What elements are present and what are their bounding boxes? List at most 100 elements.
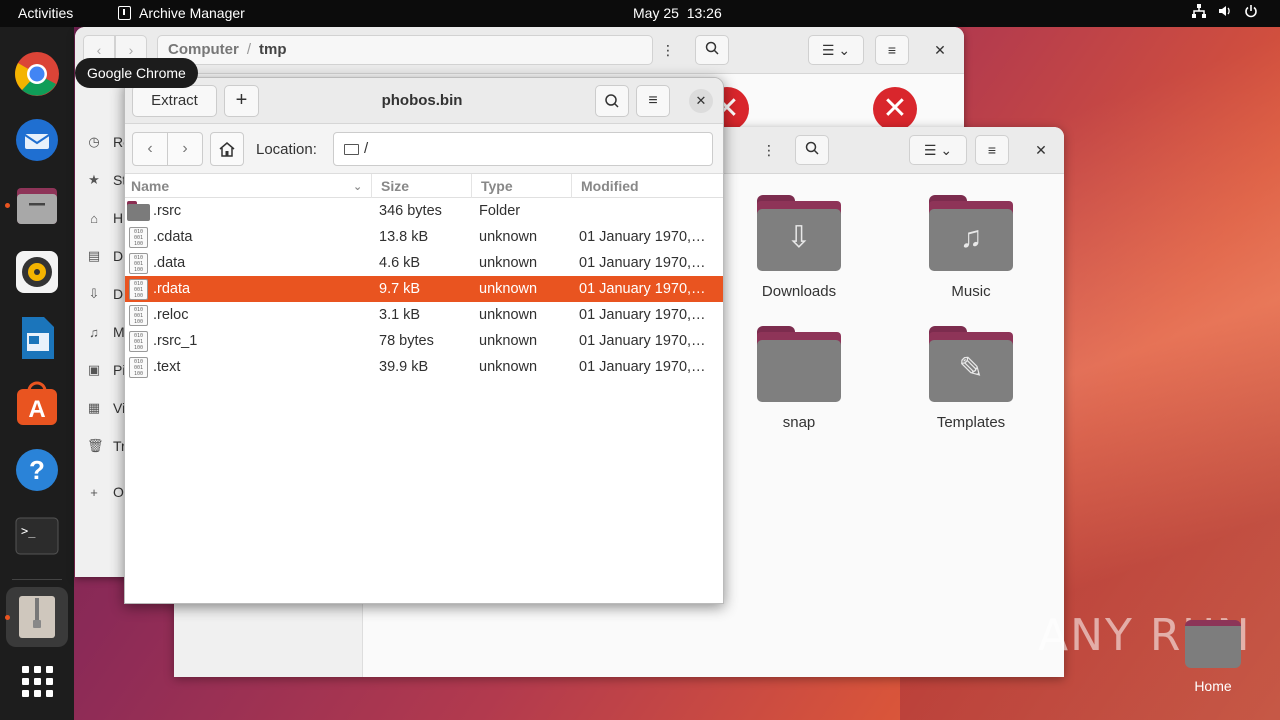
file-row[interactable]: 010 001 100 .data 4.6 kB unknown 01 January 19… bbox=[125, 250, 723, 276]
sidebar-item-downloads[interactable]: ⇩ D bbox=[87, 286, 124, 302]
archive-header: Extract + phobos.bin ≡ ✕ bbox=[125, 78, 723, 124]
writer-icon[interactable] bbox=[13, 314, 61, 362]
folder-icon bbox=[127, 201, 150, 221]
hamburger-menu-icon[interactable]: ≡ bbox=[636, 85, 670, 117]
help-icon[interactable]: ? bbox=[13, 446, 61, 494]
error-badge-icon: ✕ bbox=[873, 87, 917, 131]
network-icon bbox=[1192, 4, 1206, 21]
file-type: unknown bbox=[479, 255, 538, 271]
system-tray[interactable] bbox=[1192, 4, 1258, 21]
app-menu-label: Archive Manager bbox=[139, 5, 245, 21]
path-menu-icon[interactable]: ⋮ bbox=[754, 135, 784, 165]
search-button[interactable] bbox=[795, 135, 829, 165]
close-icon[interactable]: ✕ bbox=[925, 35, 955, 65]
file-row[interactable]: 010 001 100 .reloc 3.1 kB unknown 01 January 1… bbox=[125, 302, 723, 328]
close-icon[interactable]: ✕ bbox=[1026, 135, 1056, 165]
close-icon[interactable]: ✕ bbox=[689, 89, 713, 113]
files-back-header: ‹ › Computer / tmp ⋮ ☰ ⌄ ≡ ✕ bbox=[75, 27, 964, 74]
folder-downloads[interactable]: ⇩ Downloads bbox=[739, 195, 859, 300]
star-icon: ★ bbox=[88, 172, 100, 187]
window-title: phobos.bin bbox=[381, 92, 463, 109]
svg-text:?: ? bbox=[29, 455, 45, 485]
files-icon[interactable] bbox=[13, 182, 61, 230]
sort-chevron-icon: ⌄ bbox=[353, 181, 363, 193]
path-bar[interactable]: Computer / tmp bbox=[157, 35, 653, 65]
file-row[interactable]: 010 001 100 .cdata 13.8 kB unknown 01 January … bbox=[125, 224, 723, 250]
column-header-modified[interactable]: Modified bbox=[581, 178, 639, 194]
file-row[interactable]: .rsrc 346 bytes Folder bbox=[125, 198, 723, 224]
file-type: unknown bbox=[479, 229, 538, 245]
file-row[interactable]: 010 001 100 .rsrc_1 78 bytes unknown 01 Januar… bbox=[125, 328, 723, 354]
sidebar-item-starred[interactable]: ★ St bbox=[87, 172, 126, 188]
location-field[interactable]: / bbox=[333, 132, 713, 166]
app-center-icon[interactable]: A bbox=[13, 380, 61, 428]
file-size: 3.1 kB bbox=[379, 307, 421, 323]
path-separator: / bbox=[246, 41, 252, 58]
sidebar-item-home[interactable]: ⌂ H bbox=[87, 210, 123, 226]
power-icon bbox=[1244, 4, 1258, 21]
file-size: 4.6 kB bbox=[379, 255, 421, 271]
sidebar-item-videos[interactable]: ▦ Vi bbox=[87, 400, 125, 416]
files-running-dot bbox=[5, 203, 10, 208]
app-menu[interactable]: Archive Manager bbox=[118, 5, 245, 21]
search-button[interactable] bbox=[595, 85, 629, 117]
menu-button[interactable]: ≡ bbox=[875, 35, 909, 65]
sidebar-item-music[interactable]: ♫ M bbox=[87, 324, 125, 340]
path-menu-icon[interactable]: ⋮ bbox=[653, 35, 683, 65]
sidebar-item-documents[interactable]: ▤ D bbox=[87, 248, 123, 264]
picture-icon: ▣ bbox=[87, 362, 101, 377]
activities-button[interactable]: Activities bbox=[18, 5, 73, 21]
location-label: Location: bbox=[256, 141, 317, 158]
rhythmbox-icon[interactable] bbox=[13, 248, 61, 296]
home-button[interactable] bbox=[210, 132, 244, 166]
file-size: 9.7 kB bbox=[379, 281, 421, 297]
archive-app-icon bbox=[118, 6, 131, 20]
search-icon bbox=[805, 141, 819, 155]
file-modified: 01 January 1970,… bbox=[579, 307, 706, 323]
menu-button[interactable]: ≡ bbox=[975, 135, 1009, 165]
clock[interactable]: May 25 13:26 bbox=[633, 5, 722, 21]
folder-templates[interactable]: ✎ Templates bbox=[911, 326, 1031, 431]
file-size: 39.9 kB bbox=[379, 359, 429, 375]
file-type: Folder bbox=[479, 203, 521, 219]
folder-snap[interactable]: snap bbox=[739, 326, 859, 431]
file-name: .reloc bbox=[153, 307, 189, 323]
archive-manager-icon[interactable] bbox=[13, 593, 61, 641]
file-row[interactable]: 010 001 100 .rdata 9.7 kB unknown 01 January 1… bbox=[125, 276, 723, 302]
search-button[interactable] bbox=[695, 35, 729, 65]
nav-buttons: ‹ › bbox=[132, 132, 203, 166]
column-header-name[interactable]: Name bbox=[131, 178, 169, 194]
file-modified: 01 January 1970,… bbox=[579, 333, 706, 349]
file-name: .text bbox=[153, 359, 181, 375]
document-icon: ▤ bbox=[87, 248, 101, 263]
file-type: unknown bbox=[479, 333, 538, 349]
file-name: .rdata bbox=[153, 281, 191, 297]
back-arrow-icon[interactable]: ‹ bbox=[133, 133, 168, 165]
sidebar-item-pictures[interactable]: ▣ Pi bbox=[87, 362, 126, 378]
location-value: / bbox=[364, 140, 369, 157]
sidebar-item-trash[interactable]: 🗑 Tr bbox=[87, 438, 126, 454]
folder-music-icon: ♫ bbox=[929, 195, 1013, 271]
column-header-type[interactable]: Type bbox=[481, 178, 513, 194]
path-root[interactable]: Computer bbox=[168, 41, 239, 58]
sidebar-item-other[interactable]: + O bbox=[87, 484, 124, 500]
view-toggle[interactable]: ☰ ⌄ bbox=[808, 35, 864, 65]
home-icon bbox=[219, 142, 235, 157]
chrome-icon[interactable] bbox=[13, 50, 61, 98]
archive-manager-window[interactable]: Extract + phobos.bin ≡ ✕ ‹ › Location: /… bbox=[124, 77, 724, 604]
file-row[interactable]: 010 001 100 .text 39.9 kB unknown 01 January 1… bbox=[125, 354, 723, 380]
path-current[interactable]: tmp bbox=[259, 41, 287, 58]
view-toggle[interactable]: ☰ ⌄ bbox=[909, 135, 967, 165]
plus-icon: + bbox=[90, 484, 98, 500]
binary-file-icon: 010 001 100 bbox=[129, 305, 148, 326]
search-icon bbox=[605, 94, 619, 108]
show-apps-icon[interactable] bbox=[13, 657, 61, 705]
folder-music[interactable]: ♫ Music bbox=[911, 195, 1031, 300]
desktop-home-folder[interactable]: Home bbox=[1182, 620, 1244, 694]
terminal-icon[interactable]: >_ bbox=[13, 512, 61, 560]
column-header-size[interactable]: Size bbox=[381, 178, 409, 194]
binary-file-icon: 010 001 100 bbox=[129, 227, 148, 248]
archive-running-dot bbox=[5, 615, 10, 620]
thunderbird-icon[interactable] bbox=[13, 116, 61, 164]
forward-arrow-icon[interactable]: › bbox=[168, 133, 202, 165]
